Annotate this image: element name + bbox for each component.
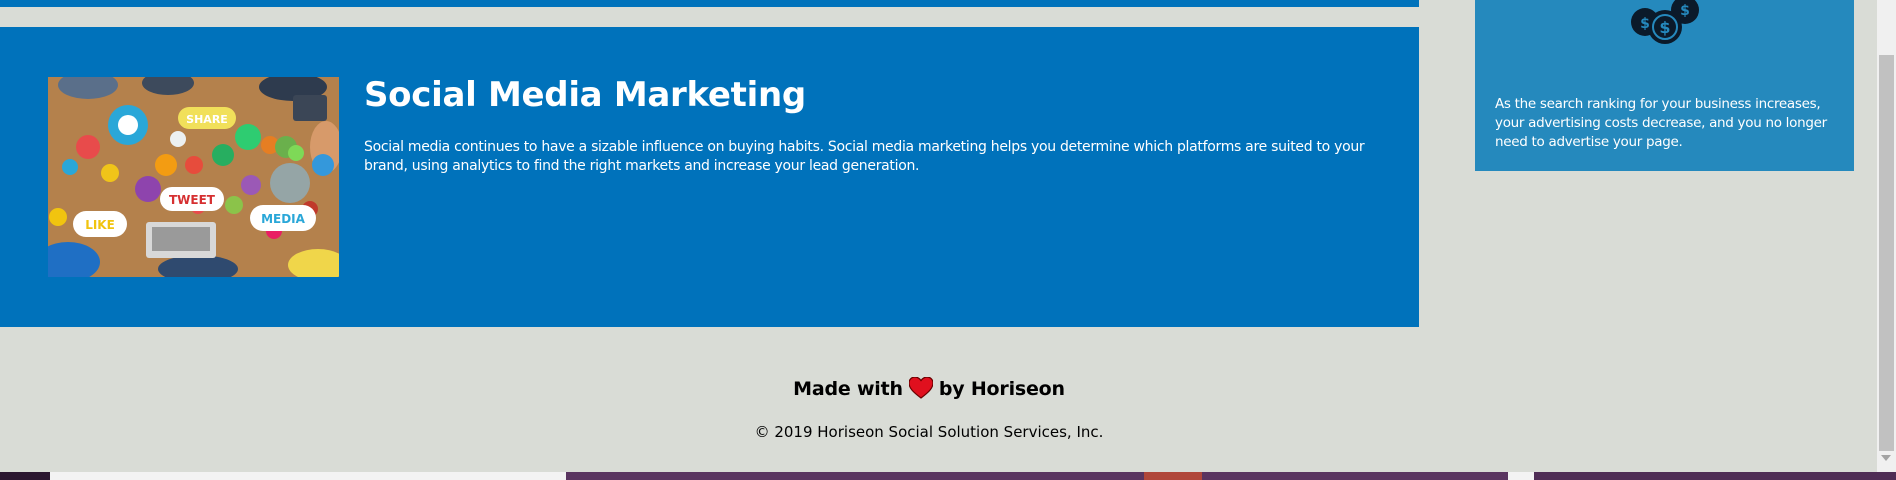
svg-text:$: $ — [1640, 16, 1650, 32]
svg-text:SHARE: SHARE — [186, 113, 228, 126]
footer-made-prefix: Made with — [793, 378, 903, 400]
social-media-image: SHARE TWEET LIKE MEDIA — [48, 77, 339, 277]
footer-made-with: Made with by Horiseon — [0, 376, 1858, 406]
taskbar-segment — [566, 472, 1144, 480]
scrollbar-thumb[interactable] — [1879, 55, 1894, 451]
svg-text:LIKE: LIKE — [85, 218, 115, 232]
taskbar-segment — [1508, 472, 1534, 480]
benefit-description: As the search ranking for your business … — [1495, 96, 1827, 150]
section-description: Social media continues to have a sizable… — [364, 139, 1365, 174]
scroll-down-arrow-icon[interactable] — [1881, 455, 1891, 461]
section-title: Social Media Marketing — [364, 75, 806, 115]
vertical-scrollbar[interactable] — [1877, 0, 1896, 472]
previous-section-bottom — [0, 0, 1419, 7]
taskbar-segment — [0, 472, 50, 480]
taskbar-segment — [1202, 472, 1508, 480]
taskbar-segment — [1534, 472, 1896, 480]
taskbar-segment — [1144, 472, 1202, 480]
money-bags-icon: $ $ $ — [1620, 0, 1710, 50]
heart-icon — [908, 376, 934, 406]
benefit-cost-management: $ $ $ As the search ranking for your bus… — [1475, 0, 1854, 171]
footer-copyright: © 2019 Horiseon Social Solution Services… — [754, 423, 1104, 441]
svg-text:TWEET: TWEET — [169, 193, 216, 207]
svg-text:$: $ — [1659, 18, 1670, 37]
footer-made-suffix: by Horiseon — [938, 378, 1065, 400]
svg-text:MEDIA: MEDIA — [261, 212, 306, 226]
taskbar-segment — [50, 472, 566, 480]
social-media-marketing-section: SHARE TWEET LIKE MEDIA Social Media Mark… — [0, 27, 1419, 327]
svg-text:$: $ — [1680, 3, 1690, 19]
taskbar-strip — [0, 472, 1896, 480]
